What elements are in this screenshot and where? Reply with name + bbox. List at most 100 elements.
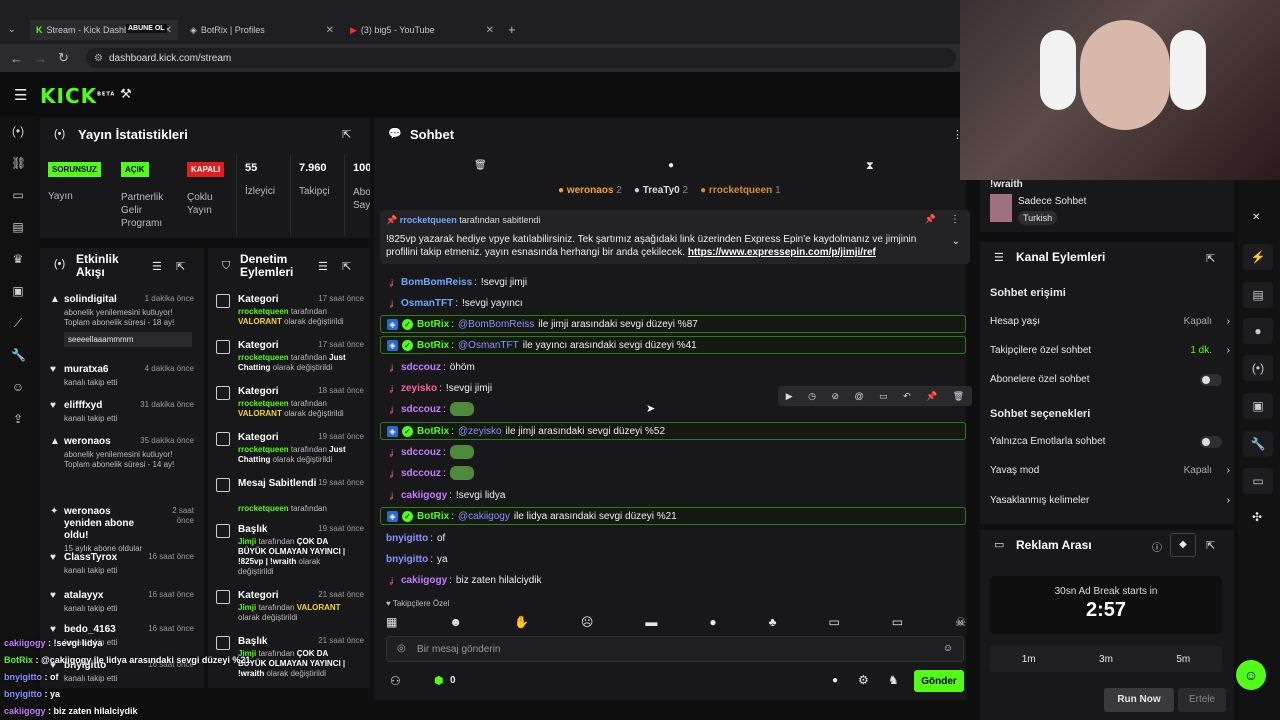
users-icon[interactable]: ☺ [11,380,25,394]
site-info-icon[interactable]: ⚙ [94,53,103,64]
popout-icon[interactable]: ⇱ [176,260,185,273]
tab-close-icon[interactable]: ✕ [326,25,334,36]
chat-username[interactable]: zeyisko [401,383,437,394]
chat-message[interactable]: ʝ sdccouz: [380,443,966,461]
settings-icon[interactable]: ⚙ [858,673,869,687]
ad-duration-1m[interactable]: 1m [1022,654,1036,665]
emoji-icon[interactable]: ☺ [943,643,953,654]
hourglass-icon[interactable]: ⧗ [866,160,874,173]
menu-icon[interactable]: ☰ [14,86,27,104]
reload-icon[interactable]: ↻ [58,50,69,66]
tab-close-icon[interactable]: ✕ [486,25,494,36]
popout-icon[interactable]: ⇱ [1206,539,1215,552]
wrench-icon[interactable]: 🔧 [1243,431,1273,457]
chat-message[interactable]: ◈ ✓ BotRix: @OsmanTFT ile yayıncı arasındaki… [380,336,966,354]
emote-icon[interactable]: ☹ [581,615,594,629]
tab-youtube[interactable]: ▶ (3) big5 - YouTube ✕ [344,20,500,40]
chat-username[interactable]: BotRix [417,340,449,351]
toggle-switch[interactable] [1200,374,1222,386]
trophy-icon[interactable]: ♛ [11,252,25,266]
slow-mode-row[interactable]: Yavaş mod Kapalı › [990,465,1230,476]
points-icon[interactable]: ⚇ [390,674,401,688]
emote-only-row[interactable]: Yalnızca Emotlarla sohbet [990,436,1230,448]
timeout-icon[interactable]: ◷ [808,391,816,402]
play-icon[interactable]: ▶ [786,391,793,402]
pinned-link[interactable]: https://www.expressepin.com/p/jimji/ref [688,247,876,258]
ad-duration-5m[interactable]: 5m [1176,654,1190,665]
chat-username[interactable]: BotRix [417,426,449,437]
chat-message[interactable]: ʝ sdccouz: [380,464,966,482]
popout-icon[interactable]: ⇱ [1206,252,1215,265]
ban-icon[interactable]: ⊘ [831,391,839,402]
chat-username[interactable]: BotRix [417,511,449,522]
more-options-icon[interactable]: ⋮ [950,214,960,225]
filter-icon[interactable]: ☰ [318,260,328,273]
chat-icon[interactable]: ● [1243,318,1273,344]
analytics-icon[interactable]: ▤ [11,220,25,234]
emote-icon[interactable]: ● [709,615,716,629]
chat-username[interactable]: BomBomReiss [401,277,472,288]
video-icon[interactable]: ▣ [11,284,25,298]
emote-icon[interactable]: ▦ [386,615,397,629]
broadcast-icon[interactable]: (•) [11,124,25,138]
quick-action-icon[interactable]: ⚡ [1243,244,1273,270]
chat-mention[interactable]: @OsmanTFT [458,340,519,351]
window-icon[interactable]: ▭ [1243,468,1273,494]
chat-message[interactable]: ʝ OsmanTFT: !sevgi yayıncı [380,294,966,312]
chat-username[interactable]: bnyigitto [386,554,428,565]
gifter-2[interactable]: ● TreaTy0 2 [634,185,688,196]
forward-icon[interactable]: → [34,51,47,66]
mention-icon[interactable]: @ [854,391,863,401]
broadcast-icon[interactable]: (•) [1243,355,1273,381]
emote-icon[interactable]: ▬ [645,615,657,629]
bot-icon[interactable]: ♞ [888,673,899,687]
emote-icon[interactable]: ✋ [514,615,529,629]
chat-username[interactable]: sdccouz [401,468,441,479]
chat-username[interactable]: OsmanTFT [401,298,453,309]
chat-username[interactable]: bnyigitto [386,533,428,544]
expand-icon[interactable]: ⌄ [952,236,960,247]
notes-icon[interactable]: ▤ [1243,282,1273,308]
hammer-icon[interactable]: ⚒ [120,86,132,102]
info-icon[interactable]: ⓘ [1152,539,1162,554]
link-icon[interactable]: ⛓ [11,156,26,170]
upload-icon[interactable]: ⇪ [11,412,25,426]
back-icon[interactable]: ← [10,51,23,66]
wrench-icon[interactable]: 🔧 [11,348,26,362]
chat-message[interactable]: bnyigitto: ya [380,550,966,568]
close-icon[interactable]: ✕ [1252,212,1260,223]
banned-words-row[interactable]: Yasaklanmış kelimeler › [990,495,1230,506]
chat-message[interactable]: ◈ ✓ BotRix: @BomBomReiss ile jimji arasındak… [380,315,966,333]
ad-duration-3m[interactable]: 3m [1099,654,1113,665]
emote-icon[interactable]: ☠ [955,615,966,629]
chat-message[interactable]: bnyigitto: of [380,529,966,547]
unpin-icon[interactable]: 📌 [925,214,936,225]
subscribers-only-row[interactable]: Abonelere özel sohbet [990,374,1230,386]
delay-button[interactable]: Ertele [1178,688,1226,712]
followers-only-row[interactable]: Takipçilere özel sohbet 1 dk. › [990,345,1230,356]
tab-botrix[interactable]: ◈ BotRix | Profiles ✕ [184,20,340,40]
emote-icon[interactable]: ▭ [892,615,903,629]
trash-icon[interactable]: 🗑 [474,160,487,171]
filter-icon[interactable]: ☰ [152,260,162,273]
chat-message[interactable]: ◈ ✓ BotRix: @zeyisko ile jimji arasındaki se… [380,422,966,440]
chat-message[interactable]: ◈ ✓ BotRix: @cakiigogy ile lidya arasındaki … [380,507,966,525]
copy-icon[interactable]: ▭ [879,391,888,402]
stream-icon[interactable]: ▣ [1243,393,1273,419]
url-field[interactable]: ⚙ dashboard.kick.com/stream [86,48,956,68]
popout-icon[interactable]: ⇱ [342,260,351,273]
delete-icon[interactable]: 🗑 [953,391,964,402]
emote-icon[interactable]: ▭ [828,615,839,629]
popout-icon[interactable]: ⇱ [342,128,351,141]
new-tab-icon[interactable]: + [508,22,516,37]
run-now-button[interactable]: Run Now [1104,688,1174,712]
chat-bubble-icon[interactable]: ● [832,675,838,686]
tab-list-icon[interactable]: ⌄ [8,24,16,35]
account-age-row[interactable]: Hesap yaşı Kapalı › [990,316,1230,327]
chat-username[interactable]: BotRix [417,319,449,330]
chat-username[interactable]: cakiigogy [401,490,447,501]
chat-mention[interactable]: @BomBomReiss [458,319,534,330]
chat-username[interactable]: sdccouz [401,404,441,415]
window-icon[interactable]: ▭ [11,188,25,202]
chat-message[interactable]: ʝ BomBomReiss: !sevgi jimji [380,273,966,291]
